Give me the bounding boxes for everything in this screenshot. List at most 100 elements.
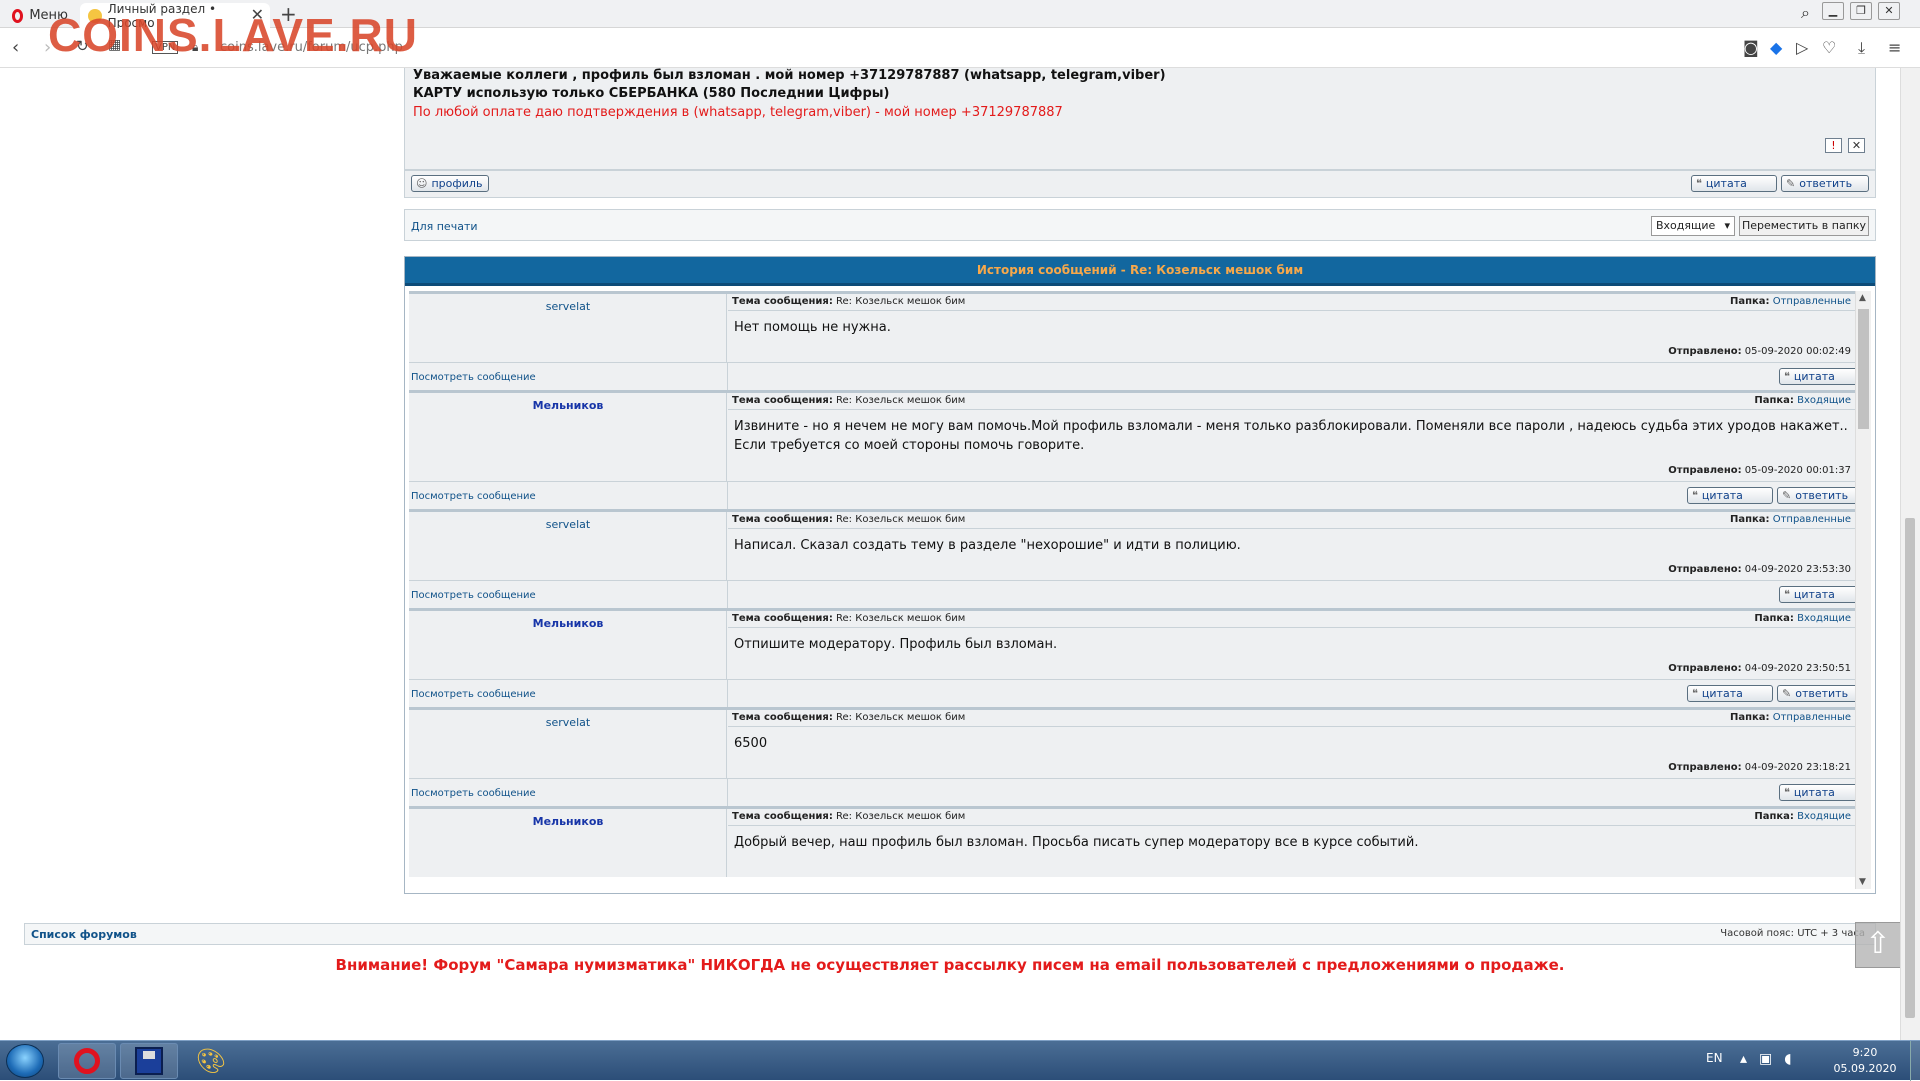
quote-button[interactable]: ❝ цитата [1779,784,1865,801]
entry-footer: Посмотреть сообщение ❝ цитата ✎ ответить [409,679,1871,707]
history-title: История сообщений - Re: Козельск мешок б… [405,257,1875,286]
history-entry: servelat Тема сообщения: Re: Козельск ме… [409,707,1855,778]
entry-folder: Папка: Входящие [1754,613,1851,624]
entry-footer: Посмотреть сообщение ❝ цитата ✎ ответить [409,481,1871,509]
view-message-link[interactable]: Посмотреть сообщение [411,491,536,502]
message-line-3: По любой оплате даю подтверждения в (wha… [413,105,1063,120]
watermark-overlay: COINS.LAVE.RU [48,9,418,61]
entry-text: 6500 [734,736,768,751]
move-to-folder-button[interactable]: Переместить в папку [1739,216,1869,236]
reply-button[interactable]: ✎ ответить [1781,175,1869,192]
history-entry: servelat Тема сообщения: Re: Козельск ме… [409,509,1855,580]
show-desktop-button[interactable] [1910,1041,1920,1081]
history-scroll-area[interactable]: servelat Тема сообщения: Re: Козельск ме… [409,291,1871,889]
maximize-button[interactable]: ❐ [1850,2,1872,20]
entry-subject: Тема сообщения: Re: Козельск мешок бим [732,613,966,624]
quote-icon: ❝ [1692,489,1698,502]
quote-icon: ❝ [1692,687,1698,700]
download-icon[interactable]: ⤓ [1858,38,1865,58]
entry-author[interactable]: servelat [409,716,727,729]
entry-folder: Папка: Отправленные [1729,296,1851,307]
quote-icon: ❝ [1784,370,1790,383]
tray-arrow-icon[interactable]: ▴ [1740,1051,1747,1067]
print-row: Для печати Входящие ▾ Переместить в папку [404,209,1876,241]
history-entry: servelat Тема сообщения: Re: Козельск ме… [409,291,1855,362]
network-icon[interactable]: ▣ [1759,1051,1772,1067]
minimize-button[interactable]: ▁ [1822,2,1844,20]
heart-icon[interactable]: ♡ [1822,38,1836,57]
reply-icon: ✎ [1782,489,1792,502]
delete-icon[interactable]: ✕ [1848,138,1865,153]
entry-folder: Папка: Входящие [1754,811,1851,822]
entry-folder: Папка: Отправленные [1729,712,1851,723]
entry-subject: Тема сообщения: Re: Козельск мешок бим [732,811,966,822]
message-history-panel: История сообщений - Re: Козельск мешок б… [404,256,1876,894]
entry-subject: Тема сообщения: Re: Козельск мешок бим [732,395,966,406]
snapshot-icon[interactable]: ◙ [1743,38,1759,57]
message-body: Уважаемые коллеги , профиль был взломан … [404,68,1876,170]
page-scrollbar-thumb[interactable] [1905,518,1915,1018]
start-button[interactable] [6,1044,44,1078]
entry-author[interactable]: Мельников [409,617,727,630]
view-message-link[interactable]: Посмотреть сообщение [411,689,536,700]
entry-subject: Тема сообщения: Re: Козельск мешок бим [732,296,966,307]
close-window-button[interactable]: ✕ [1878,2,1900,20]
adblock-icon[interactable]: ◆ [1770,38,1782,57]
taskbar-opera[interactable] [58,1043,116,1079]
reply-button[interactable]: ✎ ответить [1777,487,1865,504]
view-message-link[interactable]: Посмотреть сообщение [411,788,536,799]
entry-author[interactable]: Мельников [409,399,727,412]
entry-author[interactable]: servelat [409,300,727,313]
entry-footer: Посмотреть сообщение ❝ цитата [409,580,1871,608]
entry-sent: Отправлено: 05-09-2020 00:02:49 [1668,346,1851,357]
entry-sent: Отправлено: 04-09-2020 23:53:30 [1668,564,1851,575]
arrow-up-icon: ⇧ [1865,926,1891,961]
scroll-to-top-button[interactable]: ⇧ [1855,922,1901,968]
page-content: Уважаемые коллеги , профиль был взломан … [0,68,1901,1040]
timezone-label: Часовой пояс: UTC + 3 часа [1720,928,1865,939]
quote-button[interactable]: ❝ цитата [1691,175,1777,192]
entry-author[interactable]: servelat [409,518,727,531]
scroll-down-icon[interactable]: ▼ [1859,877,1866,887]
taskbar-save-app[interactable] [120,1043,178,1079]
quote-icon: ❝ [1784,588,1790,601]
scrollbar-thumb[interactable] [1858,309,1869,429]
history-scrollbar[interactable]: ▲ ▼ [1855,291,1871,889]
opera-logo-icon [12,8,24,23]
language-indicator[interactable]: EN [1706,1051,1723,1065]
taskbar-paint[interactable]: 🎨︎ [182,1043,240,1079]
entry-text: Нет помощь не нужна. [734,320,891,335]
forum-list-link[interactable]: Список форумов [31,928,137,941]
send-icon[interactable]: ▷ [1796,38,1808,57]
print-link[interactable]: Для печати [411,220,478,233]
entry-folder: Папка: Входящие [1754,395,1851,406]
quote-icon: ❝ [1784,786,1790,799]
clock-date: 05.09.2020 [1833,1062,1897,1075]
quote-icon: ❝ [1696,177,1702,190]
page-scrollbar[interactable] [1900,68,1920,1040]
view-message-link[interactable]: Посмотреть сообщение [411,590,536,601]
message-mini-buttons: ! ✕ [1825,138,1865,153]
quote-button[interactable]: ❝ цитата [1779,368,1865,385]
entry-sent: Отправлено: 05-09-2020 00:01:37 [1668,465,1851,476]
view-message-link[interactable]: Посмотреть сообщение [411,372,536,383]
volume-icon[interactable]: ◖ [1784,1051,1791,1067]
system-clock[interactable]: 9:20 05.09.2020 [1830,1045,1900,1077]
scroll-up-icon[interactable]: ▲ [1859,293,1866,303]
windows-taskbar: 🎨︎ EN ▴ ▣ ◖ 9:20 05.09.2020 [0,1040,1920,1081]
report-icon[interactable]: ! [1825,138,1842,153]
entry-text: Извините - но я нечем не могу вам помочь… [734,419,1848,453]
folder-select[interactable]: Входящие ▾ [1651,216,1735,236]
entry-sent: Отправлено: 04-09-2020 23:50:51 [1668,663,1851,674]
quote-button[interactable]: ❝ цитата [1779,586,1865,603]
back-icon[interactable]: ‹ [12,37,19,58]
profile-icon: ☺ [416,177,428,190]
message-line-2: КАРТУ использую только СБЕРБАНКА (580 По… [413,86,890,101]
profile-button[interactable]: ☺ профиль [411,175,490,192]
entry-author[interactable]: Мельников [409,815,727,828]
tab-search-icon[interactable]: ⌕ [1801,3,1810,23]
menu-icon[interactable]: ≡ [1888,38,1901,57]
quote-button[interactable]: ❝ цитата [1687,487,1773,504]
quote-button[interactable]: ❝ цитата [1687,685,1773,702]
reply-button[interactable]: ✎ ответить [1777,685,1865,702]
